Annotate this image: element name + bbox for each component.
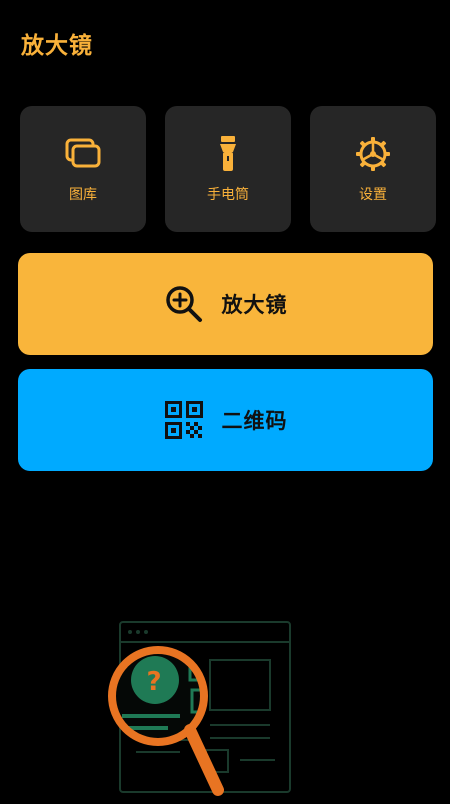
gear-icon — [353, 134, 393, 174]
flashlight-label: 手电筒 — [207, 187, 249, 203]
qr-code-icon — [164, 400, 204, 440]
settings-label: 设置 — [359, 187, 387, 203]
app-title: 放大镜 — [21, 33, 93, 59]
magnifier-illustration: ? — [100, 610, 310, 800]
magnifier-button-label: 放大镜 — [221, 293, 288, 317]
settings-tile[interactable]: 设置 — [310, 106, 436, 232]
magnifier-button[interactable]: 放大镜 — [18, 253, 433, 355]
gallery-tile[interactable]: 图库 — [20, 106, 146, 232]
gallery-icon — [63, 134, 103, 174]
qrcode-button-label: 二维码 — [221, 409, 288, 433]
flashlight-tile[interactable]: 手电筒 — [165, 106, 291, 232]
gallery-label: 图库 — [69, 187, 97, 203]
svg-text:?: ? — [146, 667, 161, 697]
zoom-in-icon — [164, 284, 204, 324]
flashlight-icon — [208, 134, 248, 174]
qrcode-button[interactable]: 二维码 — [18, 369, 433, 471]
